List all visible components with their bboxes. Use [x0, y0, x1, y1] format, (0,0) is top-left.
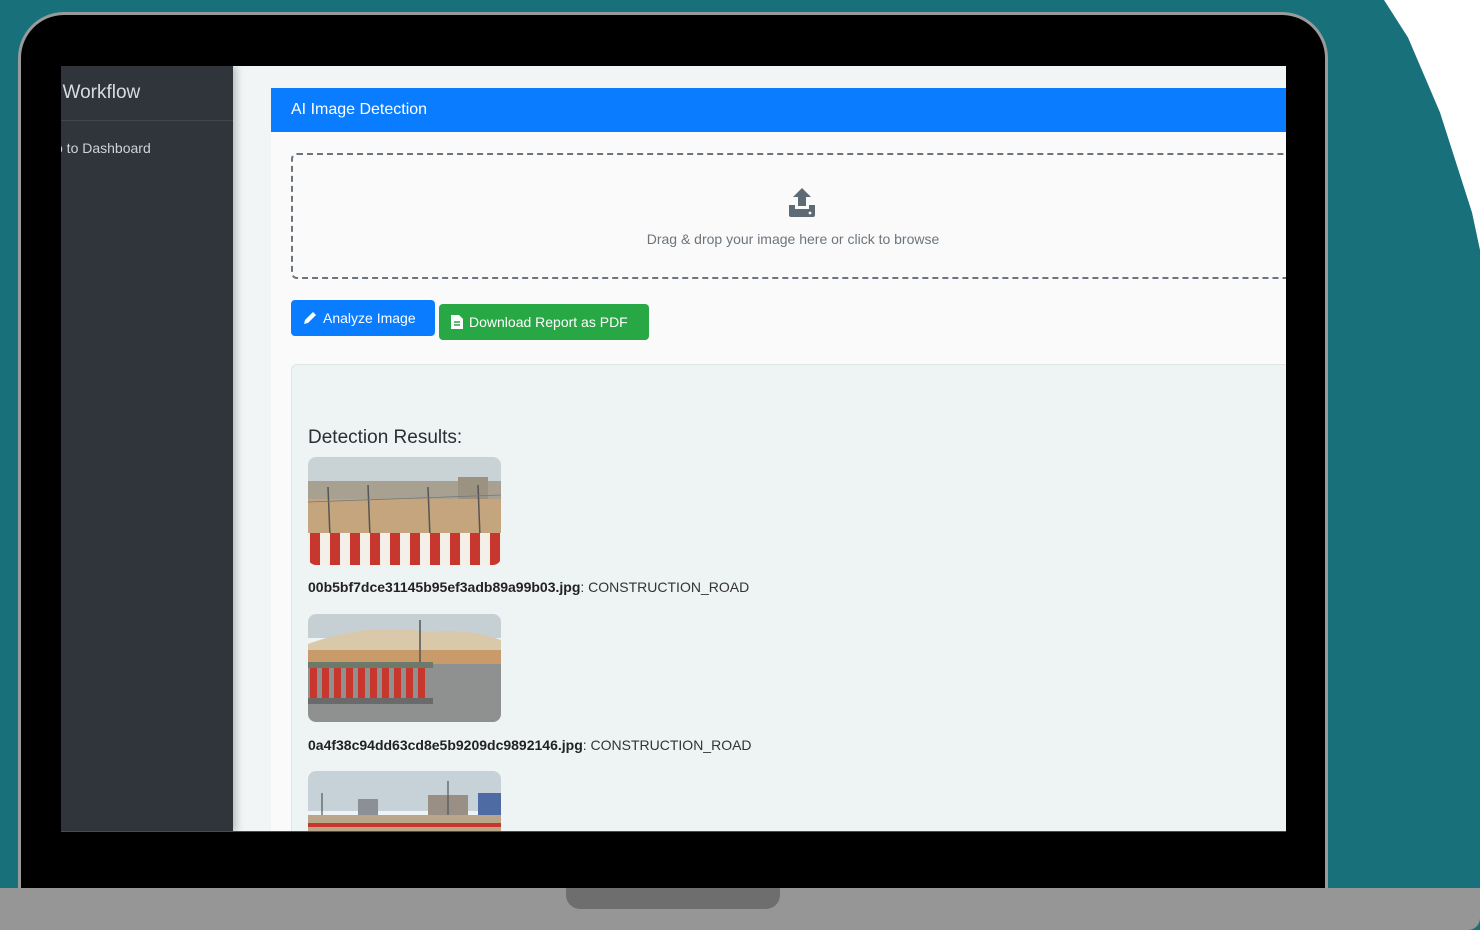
- result-separator: :: [582, 737, 587, 753]
- dashboard-link[interactable]: o to Dashboard: [61, 140, 151, 156]
- result-item-1: 00b5bf7dce31145b95ef3adb89a99b03.jpg: CO…: [308, 579, 749, 595]
- results-title: Detection Results:: [308, 427, 463, 448]
- result-class: CONSTRUCTION_ROAD: [590, 737, 752, 753]
- screen-edge-line: [61, 831, 1286, 832]
- pencil-icon: [304, 312, 316, 324]
- result-separator: :: [580, 579, 585, 595]
- download-button-label: Download Report as PDF: [469, 314, 628, 330]
- sidebar-divider: [61, 120, 233, 121]
- result-thumbnail: [308, 457, 501, 565]
- app-screen: l Workflow o to Dashboard AI Image Detec…: [61, 66, 1286, 832]
- result-filename: 0a4f38c94dd63cd8e5b9209dc9892146.jpg: [308, 737, 583, 753]
- result-thumbnail: [308, 771, 501, 832]
- result-filename: 00b5bf7dce31145b95ef3adb89a99b03.jpg: [308, 579, 581, 595]
- result-class: CONSTRUCTION_ROAD: [588, 579, 750, 595]
- sidebar: l Workflow o to Dashboard: [61, 66, 233, 832]
- download-pdf-button[interactable]: Download Report as PDF: [439, 304, 649, 340]
- analyze-button-label: Analyze Image: [323, 310, 416, 326]
- upload-icon: [789, 188, 815, 217]
- detection-card: AI Image Detection Drag & drop your imag…: [271, 88, 1286, 832]
- image-dropzone[interactable]: Drag & drop your image here or click to …: [291, 153, 1286, 279]
- background-curve: [1320, 0, 1480, 250]
- file-pdf-icon: [451, 315, 463, 329]
- sidebar-title: l Workflow: [61, 82, 141, 103]
- result-item-2: 0a4f38c94dd63cd8e5b9209dc9892146.jpg: CO…: [308, 737, 752, 753]
- dropzone-text: Drag & drop your image here or click to …: [646, 231, 940, 247]
- result-thumbnail: [308, 614, 501, 722]
- results-panel: Detection Results: 00b5bf7dce31145b95ef3…: [291, 364, 1286, 832]
- analyze-image-button[interactable]: Analyze Image: [291, 300, 435, 336]
- card-header: AI Image Detection: [271, 88, 1286, 132]
- laptop-notch: [566, 888, 780, 909]
